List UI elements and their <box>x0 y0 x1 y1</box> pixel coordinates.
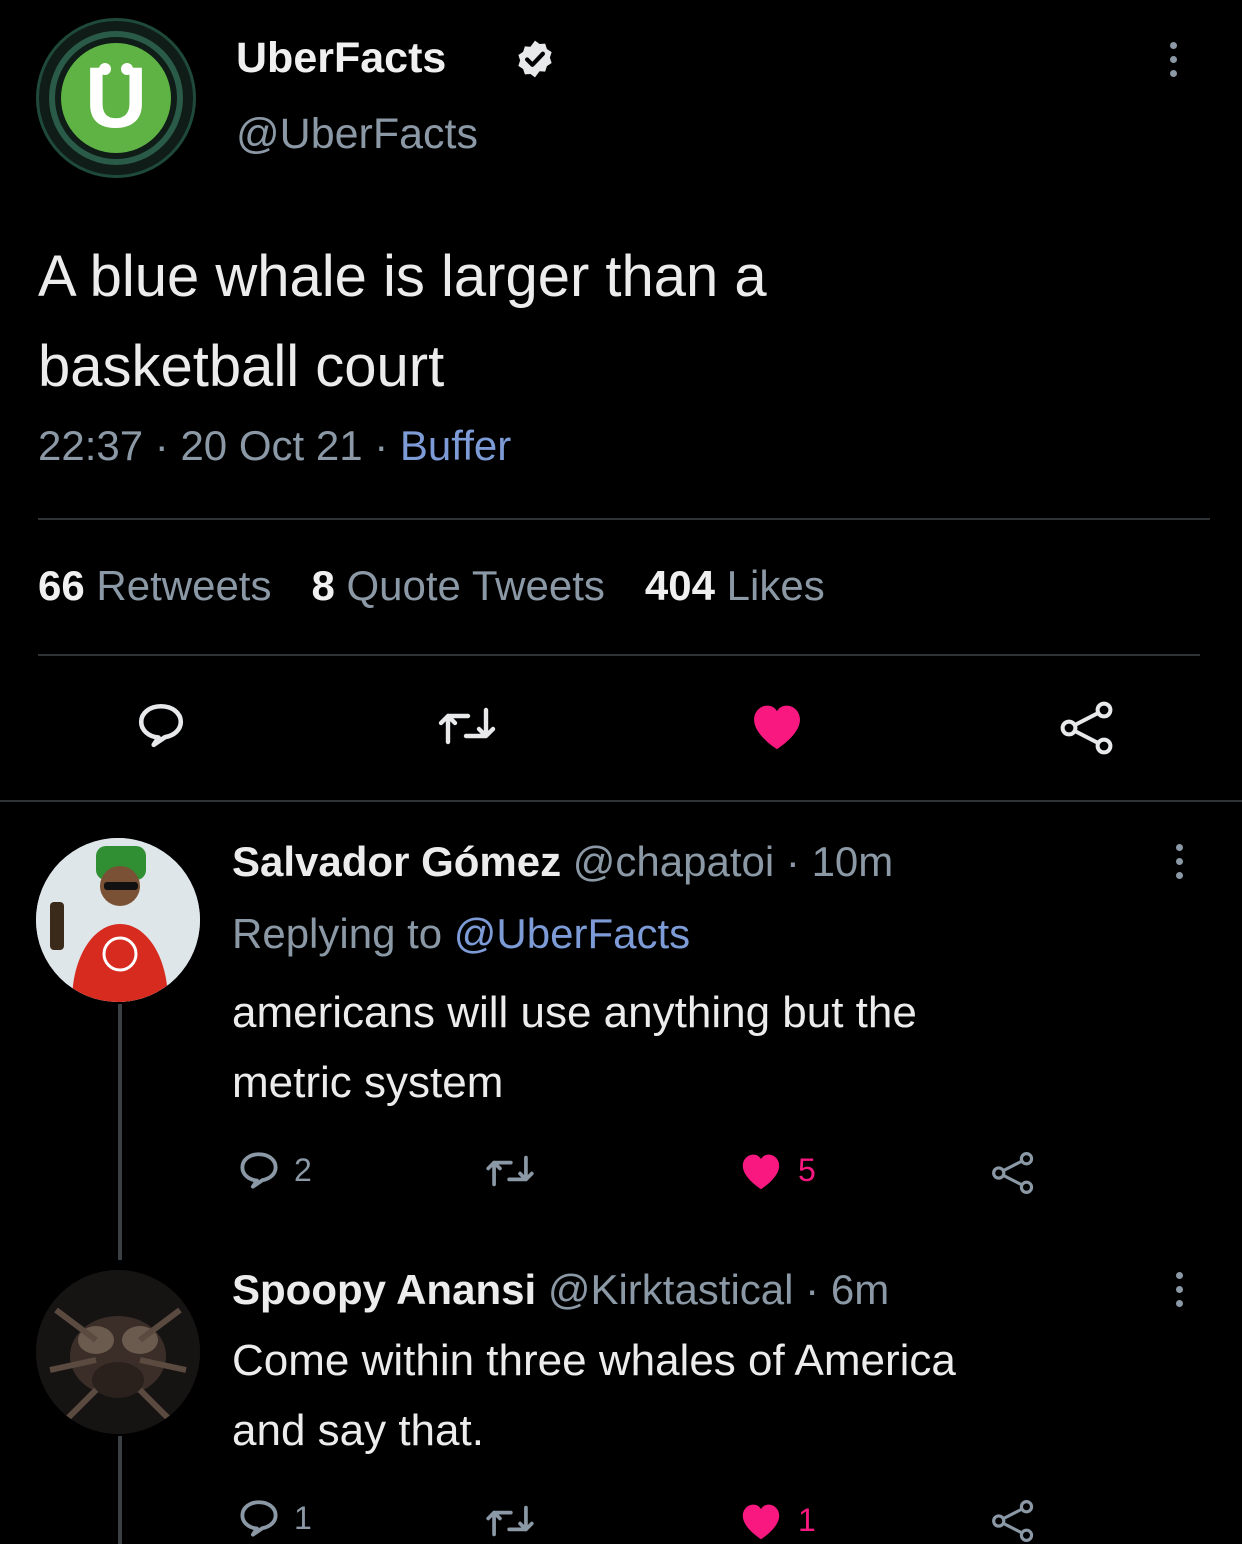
share-button[interactable] <box>990 1498 1036 1544</box>
more-options-icon[interactable] <box>1176 1272 1183 1307</box>
reply-button[interactable] <box>136 702 186 748</box>
verified-badge-icon <box>518 40 552 78</box>
reply-count: 1 <box>294 1499 312 1536</box>
separator: · <box>805 1266 820 1313</box>
retweet-button[interactable] <box>436 706 498 746</box>
separator: · <box>785 838 800 885</box>
reply-text: Come within three whales of America and … <box>232 1326 1192 1466</box>
reply-icon <box>240 1152 278 1189</box>
profile-photo <box>36 838 200 1002</box>
share-button[interactable] <box>990 1150 1036 1196</box>
reply-text-line: Come within three whales of America <box>232 1336 956 1385</box>
heart-filled-icon <box>754 705 800 750</box>
tweet-date[interactable]: 20 Oct 21 <box>180 422 362 469</box>
uberfacts-avatar[interactable]: U <box>36 18 196 178</box>
likes-stat[interactable]: 404 Likes <box>645 562 825 610</box>
retweet-icon <box>486 1155 534 1187</box>
share-icon <box>992 1152 1034 1194</box>
retweet-icon <box>486 1505 534 1537</box>
reply-header: Spoopy Anansi @Kirktastical · 6m <box>232 1266 889 1314</box>
reply-text: americans will use anything but the metr… <box>232 978 1132 1118</box>
reply-text-line: and say that. <box>232 1406 484 1455</box>
retweet-button[interactable] <box>484 1154 536 1188</box>
retweets-stat[interactable]: 66 Retweets <box>38 562 271 610</box>
logo-letter: U <box>84 49 148 146</box>
tweet-time[interactable]: 22:37 <box>38 422 143 469</box>
replying-to: Replying to @UberFacts <box>232 910 690 958</box>
share-icon <box>1060 701 1113 755</box>
divider <box>38 654 1200 656</box>
reply-text-line: metric system <box>232 1058 504 1107</box>
like-button[interactable] <box>748 698 806 752</box>
share-button[interactable] <box>1058 700 1116 756</box>
tweet-stats: 66 Retweets 8 Quote Tweets 404 Likes <box>38 562 825 610</box>
reply-author-handle[interactable]: @Kirktastical <box>548 1266 794 1313</box>
reply-count: 2 <box>294 1151 312 1188</box>
reply-author-name[interactable]: Salvador Gómez <box>232 838 561 885</box>
tweet-text-line: A blue whale is larger than a <box>38 244 767 309</box>
like-count: 1 <box>798 1501 816 1538</box>
more-options-icon[interactable] <box>1176 844 1183 879</box>
separator: · <box>374 422 389 469</box>
share-icon <box>992 1500 1034 1542</box>
spoopy-avatar[interactable] <box>36 1270 200 1434</box>
author-name[interactable]: UberFacts <box>236 34 446 83</box>
tweet-meta: 22:37 · 20 Oct 21 · Buffer <box>38 422 511 470</box>
reply-button[interactable]: 2 <box>238 1150 312 1190</box>
divider <box>38 518 1210 520</box>
reply-author-name[interactable]: Spoopy Anansi <box>232 1266 536 1313</box>
reply-icon <box>138 703 184 748</box>
tweet-source[interactable]: Buffer <box>400 422 511 469</box>
reply-time[interactable]: 10m <box>812 838 894 885</box>
more-options-icon[interactable] <box>1170 42 1177 77</box>
reply-time[interactable]: 6m <box>831 1266 889 1313</box>
reply-button[interactable]: 1 <box>238 1498 312 1538</box>
reply-icon <box>240 1500 278 1537</box>
heart-filled-icon <box>742 1154 780 1190</box>
reply-text-line: americans will use anything but the <box>232 988 917 1037</box>
retweet-button[interactable] <box>484 1504 536 1538</box>
separator: · <box>154 422 169 469</box>
tweet-text: A blue whale is larger than a basketball… <box>38 232 1198 412</box>
like-button[interactable]: 1 <box>738 1498 816 1542</box>
reply-header: Salvador Gómez @chapatoi · 10m <box>232 838 893 886</box>
tweet-text-line: basketball court <box>38 334 445 399</box>
quote-tweets-stat[interactable]: 8 Quote Tweets <box>311 562 604 610</box>
replying-to-handle[interactable]: @UberFacts <box>454 910 690 957</box>
author-handle[interactable]: @UberFacts <box>236 110 478 159</box>
heart-filled-icon <box>742 1504 780 1540</box>
thread-line <box>118 1436 122 1544</box>
retweet-icon <box>438 707 496 745</box>
divider <box>0 800 1242 802</box>
profile-photo <box>36 1270 200 1434</box>
uberfacts-logo: U <box>61 43 171 153</box>
like-count: 5 <box>798 1151 816 1188</box>
salvador-avatar[interactable] <box>36 838 200 1002</box>
replying-to-label: Replying to <box>232 910 443 957</box>
thread-line <box>118 1004 122 1260</box>
reply-author-handle[interactable]: @chapatoi <box>573 838 774 885</box>
like-button[interactable]: 5 <box>738 1148 816 1192</box>
